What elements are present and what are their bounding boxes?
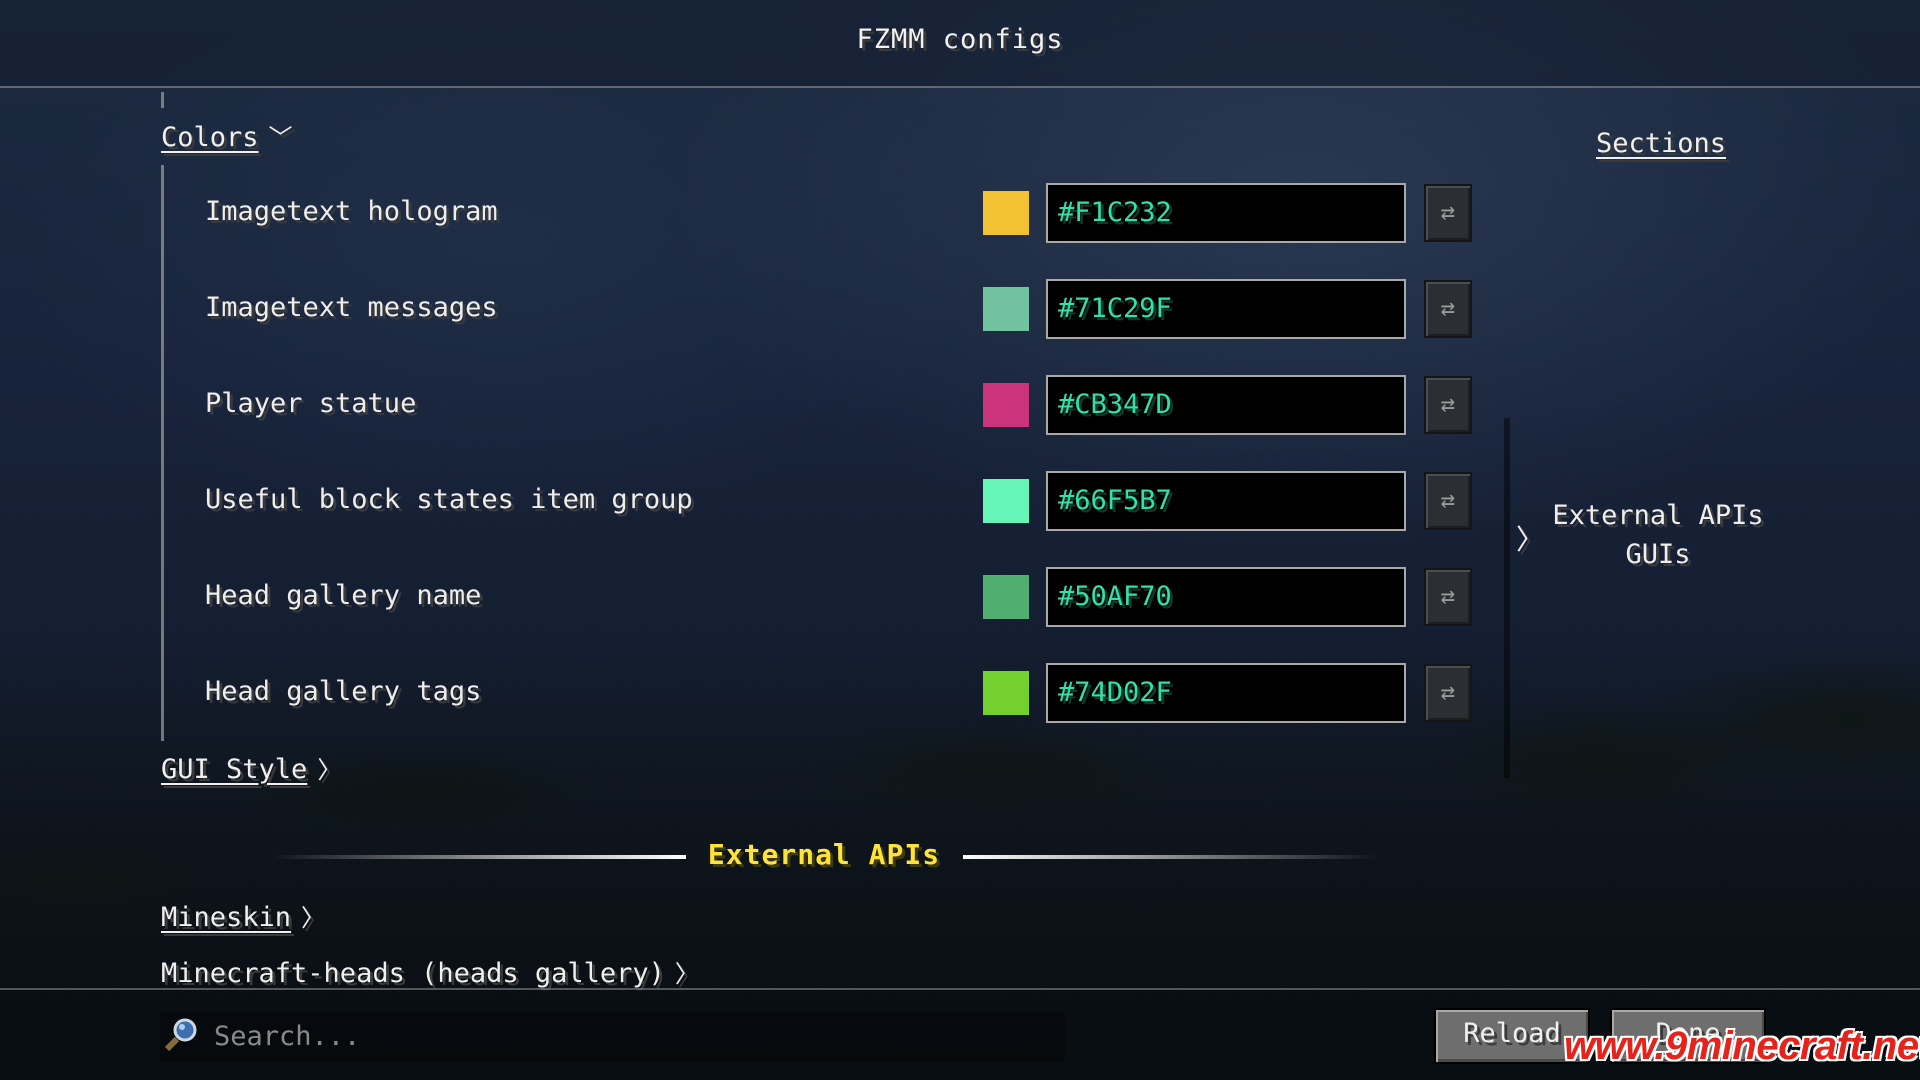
mineskin-section-toggle[interactable]: Mineskin 〉 [161,898,325,933]
external-apis-heading: External APIs [707,838,941,871]
color-swatch[interactable] [983,575,1029,619]
title-bar: FZMM configs [0,0,1920,88]
option-label: Player statue [205,388,417,419]
swap-icon[interactable]: ⇄ [1424,184,1472,242]
color-swatch[interactable] [983,383,1029,427]
gui-style-section-label: GUI Style [161,754,308,785]
swap-icon[interactable]: ⇄ [1424,472,1472,530]
search-input[interactable] [214,1014,1054,1058]
colors-section-toggle[interactable]: Colors ﹀ [161,118,293,153]
hex-color-field[interactable]: #74D02F [1046,663,1406,723]
sections-title[interactable]: Sections [1596,128,1726,159]
swap-icon[interactable]: ⇄ [1424,280,1472,338]
option-label: Imagetext hologram [205,196,498,227]
tree-guide-top [161,92,164,108]
hex-color-field[interactable]: #F1C232 [1046,183,1406,243]
sidebar-item-external-apis-guis[interactable]: External APIs GUIs [1518,496,1798,574]
colors-section-label: Colors [161,122,259,153]
color-swatch[interactable] [983,671,1029,715]
page-title: FZMM configs [856,24,1064,55]
tree-guide-colors [161,165,164,741]
option-label: Imagetext messages [205,292,498,323]
hex-color-field[interactable]: #CB347D [1046,375,1406,435]
color-swatch[interactable] [983,287,1029,331]
chevron-right-icon: 〉 [301,904,326,932]
search-icon [164,1018,197,1052]
divider-right [963,855,1379,859]
sidebar-item-label-line1: External APIs [1552,500,1764,531]
mineskin-label: Mineskin [161,902,292,933]
option-label: Head gallery tags [205,676,482,707]
minecraft-heads-label: Minecraft-heads (heads gallery) [161,958,665,989]
chevron-right-icon: 〉 [317,756,342,784]
gui-style-section-toggle[interactable]: GUI Style 〉 [161,750,341,785]
minecraft-heads-section-toggle[interactable]: Minecraft-heads (heads gallery) 〉 [161,954,699,989]
hex-color-field[interactable]: #66F5B7 [1046,471,1406,531]
swap-icon[interactable]: ⇄ [1424,376,1472,434]
sidebar-item-label-line2: GUIs [1625,539,1691,570]
hex-color-field[interactable]: #50AF70 [1046,567,1406,627]
color-swatch[interactable] [983,479,1029,523]
sections-scrollbar[interactable] [1504,418,1510,778]
option-label: Head gallery name [205,580,482,611]
chevron-down-icon: ﹀ [268,124,293,152]
hex-color-field[interactable]: #71C29F [1046,279,1406,339]
color-swatch[interactable] [983,191,1029,235]
option-label: Useful block states item group [205,484,693,515]
swap-icon[interactable]: ⇄ [1424,568,1472,626]
watermark-text: www.9minecraft.net [1564,1024,1920,1068]
chevron-right-icon: 〉 [674,960,699,988]
swap-icon[interactable]: ⇄ [1424,664,1472,722]
